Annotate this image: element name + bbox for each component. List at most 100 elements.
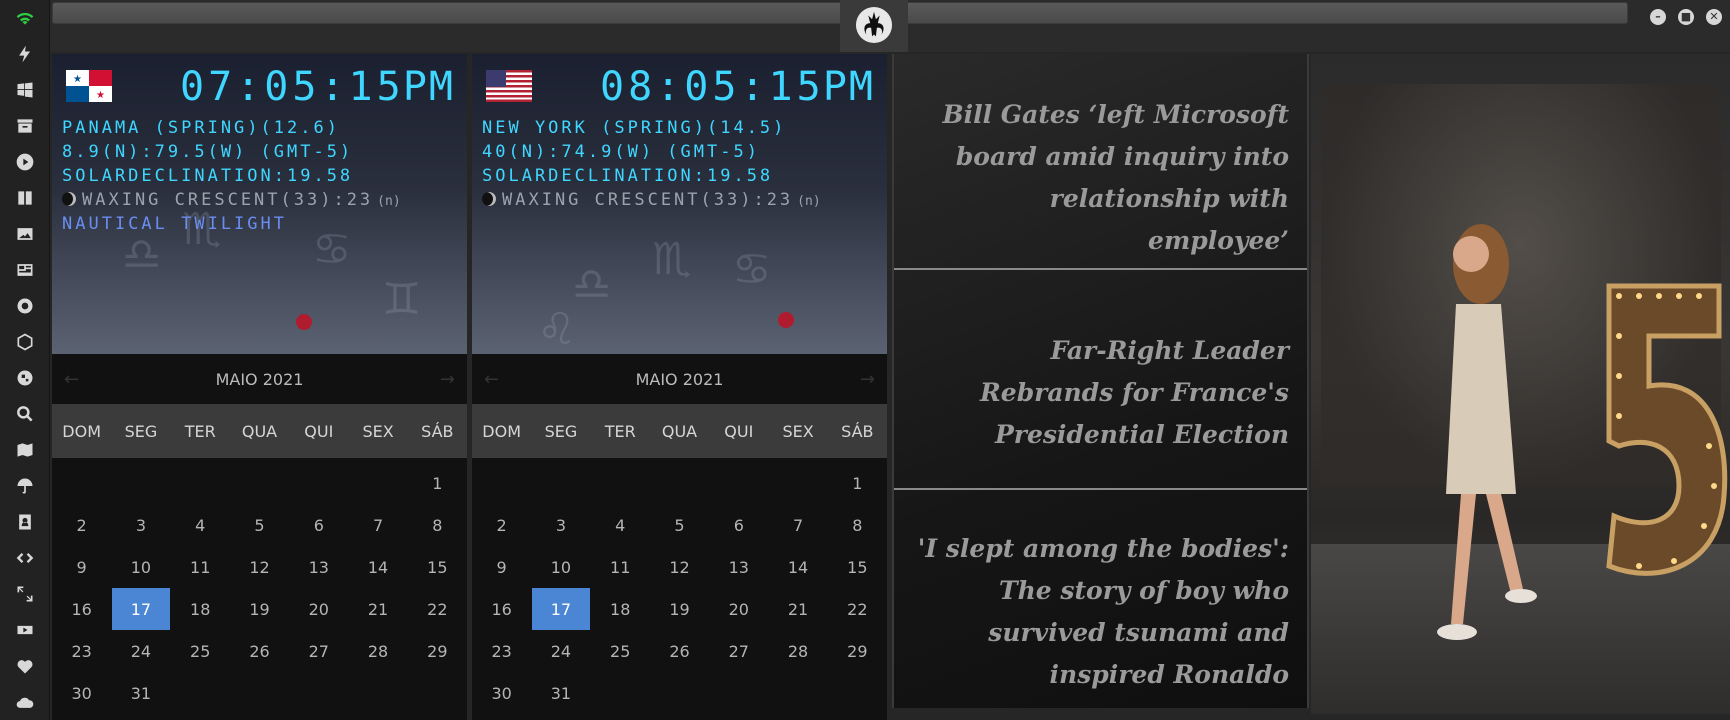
calendar-day[interactable]: 11 [171,546,230,588]
wifi-icon[interactable] [11,4,39,32]
windows-icon[interactable] [11,76,39,104]
calendar-day[interactable]: 20 [709,588,768,630]
calendar-day[interactable]: 26 [230,630,289,672]
calendar-day[interactable]: 9 [52,546,111,588]
calendar-day[interactable]: 16 [52,588,111,630]
rebel-logo-tab[interactable] [840,0,908,52]
prev-month-arrow-icon[interactable]: ← [64,369,79,390]
calendar-day[interactable]: 5 [650,504,709,546]
umbrella-icon[interactable] [11,472,39,500]
calendar-blank-cell [531,462,590,504]
news-headline[interactable]: Bill Gates ‘left Microsoft board amid in… [909,94,1289,262]
calendar-day[interactable]: 15 [408,546,467,588]
calendar-day[interactable]: 30 [472,672,531,714]
calendar-day-today[interactable]: 17 [532,588,590,630]
calendar-day[interactable]: 10 [111,546,170,588]
calendar-day[interactable]: 29 [828,630,887,672]
minimize-button[interactable]: – [1650,9,1666,25]
calendar-day[interactable]: 18 [591,588,650,630]
close-button[interactable]: ✕ [1706,9,1722,25]
calendar-day-today[interactable]: 17 [112,588,170,630]
weekday-label: SÁB [841,421,874,441]
calendar-day[interactable]: 21 [348,588,407,630]
calendar-day[interactable]: 22 [408,588,467,630]
calendar-day[interactable]: 28 [348,630,407,672]
calendar-day[interactable]: 24 [531,630,590,672]
globe-icon[interactable] [11,364,39,392]
day-grid: 1 2 3 4 5 6 7 8 9 10 11 12 13 14 15 16 17 18 19 20 21 22 23 24 2… [52,462,467,714]
calendar-day[interactable]: 20 [289,588,348,630]
calendar-day[interactable]: 21 [768,588,827,630]
news-headline[interactable]: Far-Right Leader Rebrands for France's P… [909,330,1289,456]
calendar-day[interactable]: 28 [768,630,827,672]
calendar-day[interactable]: 22 [828,588,887,630]
calendar-day[interactable]: 27 [709,630,768,672]
calendar-day[interactable]: 19 [230,588,289,630]
calendar-day[interactable]: 1 [408,462,467,504]
cloud-icon[interactable] [11,688,39,716]
calendar-day[interactable]: 6 [289,504,348,546]
calendar-day[interactable]: 12 [230,546,289,588]
calendar-day[interactable]: 23 [52,630,111,672]
fullscreen-icon[interactable] [11,580,39,608]
news-divider [894,268,1307,270]
calendar-day[interactable]: 16 [472,588,531,630]
play-icon[interactable] [11,148,39,176]
calendar-day[interactable]: 10 [531,546,590,588]
calendar-day[interactable]: 5 [230,504,289,546]
prev-month-arrow-icon[interactable]: ← [484,369,499,390]
calendar-day[interactable]: 24 [111,630,170,672]
calendar-blank-cell [709,462,768,504]
calendar-day[interactable]: 25 [171,630,230,672]
calendar-day[interactable]: 27 [289,630,348,672]
calendar-day[interactable]: 31 [111,672,170,714]
book-icon[interactable] [11,184,39,212]
contacts-icon[interactable] [11,508,39,536]
youtube-icon[interactable] [11,616,39,644]
next-month-arrow-icon[interactable]: → [440,369,455,390]
calendar-day[interactable]: 2 [472,504,531,546]
calendar-day[interactable]: 25 [591,630,650,672]
bolt-icon[interactable] [11,40,39,68]
calendar-day[interactable]: 12 [650,546,709,588]
calendar-day[interactable]: 29 [408,630,467,672]
usa-flag-icon [486,70,532,102]
map-icon[interactable] [11,436,39,464]
calendar-day[interactable]: 19 [650,588,709,630]
calendar-day[interactable]: 30 [52,672,111,714]
calendar-day[interactable]: 23 [472,630,531,672]
code-icon[interactable] [11,544,39,572]
calendar-day[interactable]: 7 [348,504,407,546]
news-icon[interactable] [11,256,39,284]
world-clock-new-york: ♎ ♏ ♋ ♌ 08:05:15 PM NEW YORK (SPRING)(14… [472,54,887,354]
calendar-day[interactable]: 9 [472,546,531,588]
news-headline[interactable]: 'I slept among the bodies': The story of… [909,528,1289,696]
calendar-day[interactable]: 4 [591,504,650,546]
calendar-day[interactable]: 3 [531,504,590,546]
atom-icon[interactable] [11,328,39,356]
calendar-day[interactable]: 31 [531,672,590,714]
calendar-day[interactable]: 3 [111,504,170,546]
next-month-arrow-icon[interactable]: → [860,369,875,390]
calendar-day[interactable]: 2 [52,504,111,546]
image-icon[interactable] [11,220,39,248]
settings-icon[interactable] [11,292,39,320]
calendar-day[interactable]: 26 [650,630,709,672]
calendar-day[interactable]: 13 [709,546,768,588]
calendar-day[interactable]: 1 [828,462,887,504]
calendar-day[interactable]: 8 [408,504,467,546]
search-icon[interactable] [11,400,39,428]
calendar-day[interactable]: 14 [768,546,827,588]
calendar-day[interactable]: 8 [828,504,887,546]
calendar-day[interactable]: 11 [591,546,650,588]
archive-icon[interactable] [11,112,39,140]
calendar-day[interactable]: 7 [768,504,827,546]
calendar-day[interactable]: 18 [171,588,230,630]
calendar-day[interactable]: 14 [348,546,407,588]
calendar-day[interactable]: 15 [828,546,887,588]
calendar-day[interactable]: 6 [709,504,768,546]
calendar-day[interactable]: 13 [289,546,348,588]
calendar-day[interactable]: 4 [171,504,230,546]
maximize-button[interactable]: ■ [1678,9,1694,25]
heart-icon[interactable] [11,652,39,680]
